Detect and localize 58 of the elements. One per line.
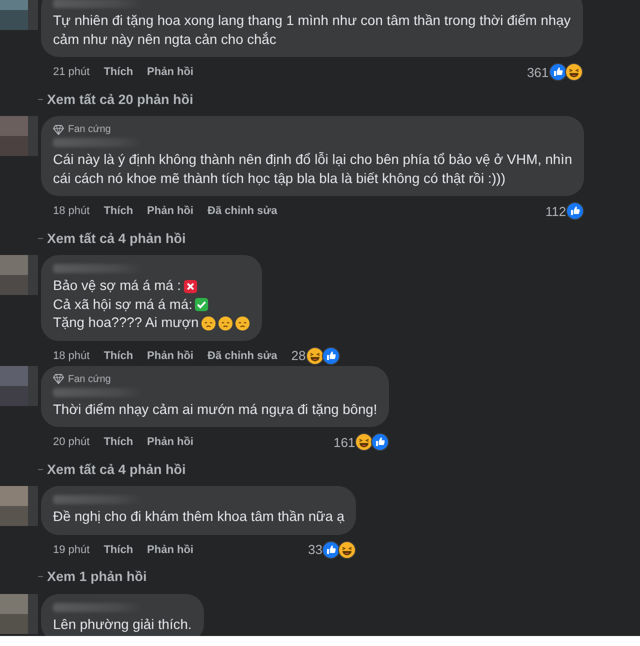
cross-mark-icon [182,278,198,294]
diamond-icon [53,124,64,134]
like-link[interactable]: Thích [104,205,134,217]
blurred-avatar [0,0,38,30]
laughing-reaction-icon [355,433,374,451]
comment-text: Cái này là ý định không thành nên định đổ lỗi lại cho bên phía tổ bảo vệ ở VHM, nhìn [53,151,572,169]
comment-time: 18 phút [53,205,90,217]
blurred-avatar [0,255,38,295]
like-reaction-icon [548,63,567,81]
comment-text: cảm như này nên ngta cản cho chắc [53,30,276,49]
fan-badge-label: Fan cứng [68,374,111,384]
reaction-count[interactable]: 361 [526,64,549,80]
like-link[interactable]: Thích [104,544,134,556]
comment-text: Tặng hoa???? Ai mượn [53,314,199,332]
comment-time: 21 phút [53,66,90,78]
check-mark-icon [194,297,210,312]
like-link[interactable]: Thích [104,66,134,78]
comment-text: Tự nhiên đi tặng hoa xong lang thang 1 mình như con tâm thần trong thời điểm nhạy [53,12,571,30]
sad-face-icon [234,316,250,331]
diamond-icon [53,374,64,384]
edited-label: Đã chỉnh sửa [208,205,278,217]
edited-label: Đã chỉnh sửa [208,350,278,362]
reply-link[interactable]: Phản hồi [147,350,194,362]
like-reaction-icon [322,540,340,558]
blurred-avatar [0,486,38,526]
comment-time: 20 phút [53,436,90,448]
like-link[interactable]: Thích [104,350,134,362]
comment-text: cái cách nó khoe mẽ thành tích học tập bla bla là biết không có thật rồi :))) [53,170,506,188]
comment-text: Cả xã hội sợ má á má: [53,296,192,314]
comment-text: Thời điểm nhạy cảm ai mướn má ngựa đi tặng bông! [53,400,378,419]
reply-link[interactable]: Phản hồi [147,205,194,217]
laughing-reaction-icon [564,63,583,81]
laughing-reaction-icon [338,540,356,558]
reaction-count[interactable]: 112 [545,204,566,218]
like-reaction-icon [566,202,584,220]
blurred-avatar [0,366,38,406]
blurred-avatar [0,116,38,156]
view-replies-link[interactable]: Xem tất cả 20 phản hồi [47,92,194,106]
comment-time: 19 phút [53,544,90,556]
view-replies-link[interactable]: Xem tất cả 4 phản hồi [47,462,186,476]
like-reaction-icon [371,433,390,451]
blurred-avatar [0,594,38,634]
reaction-count[interactable]: 33 [308,542,322,557]
comment-text: Lên phường giải thích. [53,616,192,634]
like-link[interactable]: Thích [104,436,134,448]
sad-face-icon [218,316,233,331]
sad-face-icon [200,316,216,331]
fan-badge-label: Fan cứng [68,124,111,135]
comment-text: Đề nghị cho đi khám thêm khoa tâm thần nữa ạ [53,508,344,526]
reply-link[interactable]: Phản hồi [147,544,194,556]
comment-text: Bảo vệ sợ má á má : [53,277,181,295]
reaction-count[interactable]: 28 [291,348,306,363]
comment-time: 18 phút [53,350,90,362]
reaction-count[interactable]: 161 [333,434,356,450]
view-replies-link[interactable]: Xem 1 phản hồi [47,569,147,584]
reply-link[interactable]: Phản hồi [147,436,194,448]
reply-link[interactable]: Phản hồi [147,66,194,78]
view-replies-link[interactable]: Xem tất cả 4 phản hồi [47,230,186,246]
